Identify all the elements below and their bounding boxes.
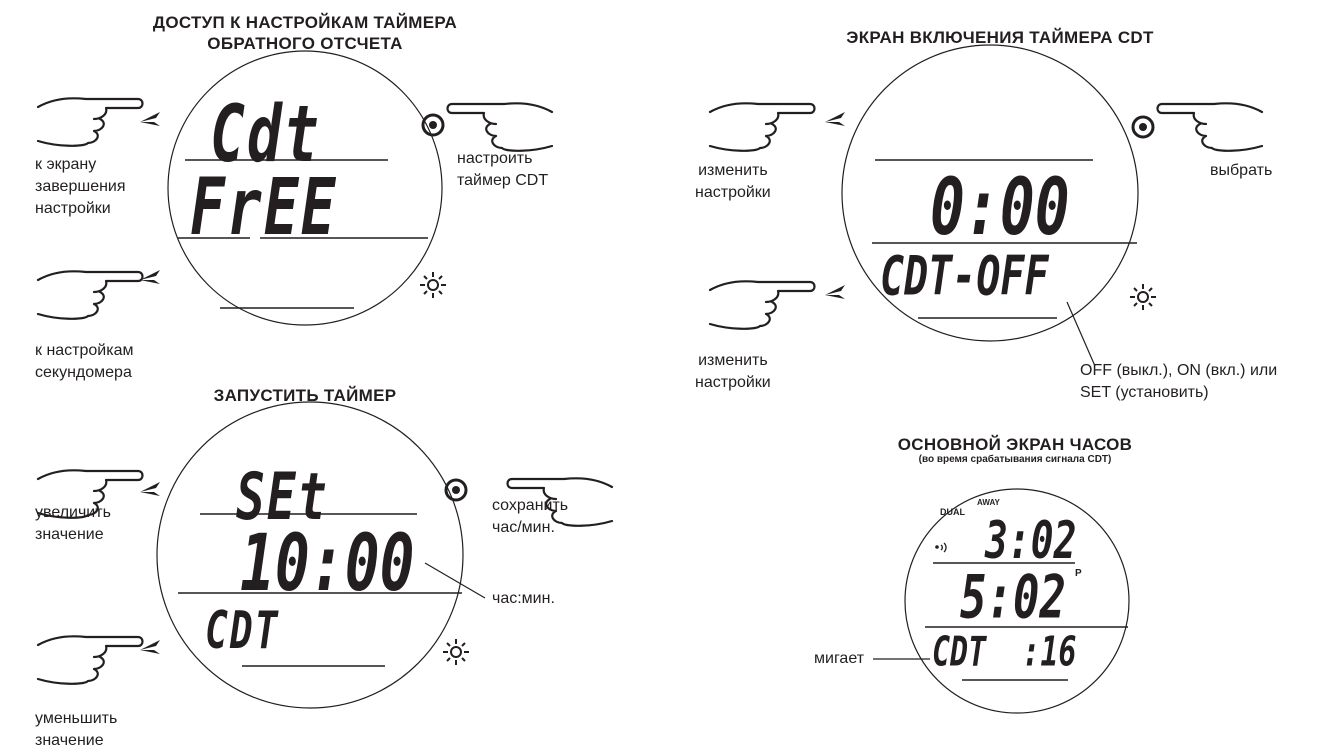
indicator-dual: DUAL <box>940 507 965 517</box>
label-increase-value: увеличить значение <box>35 504 111 543</box>
panel-cdt-access-title: ДОСТУП К НАСТРОЙКАМ ТАЙМЕРА ОБРАТНОГО ОТ… <box>40 12 570 54</box>
label-save-hour-min: сохранить час/мин. <box>492 497 569 536</box>
panel-main-watch-subtitle: (во время срабатывания сигнала CDT) <box>918 454 1112 465</box>
label-decrease-value: уменьшить значение <box>35 710 118 749</box>
label-to-stopwatch-settings: к настройкам секундомера <box>35 342 134 381</box>
title-line1: ДОСТУП К НАСТРОЙКАМ ТАЙМЕРА <box>152 13 458 32</box>
label-setup-cdt: настроить таймер CDT <box>457 150 549 189</box>
label-select: выбрать <box>1210 162 1273 179</box>
title-line2: ОБРАТНОГО ОТСЧЕТА <box>207 34 403 53</box>
panel-start-timer-title: ЗАПУСТИТЬ ТАЙМЕР <box>213 386 397 405</box>
lcd-cdt-off: CDT-OFF <box>880 245 1049 309</box>
panel-cdt-enable-title: ЭКРАН ВКЛЮЧЕНИЯ ТАЙМЕРА CDT <box>846 28 1154 47</box>
lcd-5-02: 5:02 <box>960 563 1066 633</box>
label-hour-min: час:мин. <box>492 590 555 607</box>
lcd-3-02: 3:02 <box>985 510 1077 571</box>
panel-main-watch-title: ОСНОВНОЙ ЭКРАН ЧАСОВ <box>897 435 1133 454</box>
lcd-10-00: 10:00 <box>240 517 415 610</box>
lcd-cdt-label: CDT <box>205 600 280 661</box>
label-off-on-set: OFF (выкл.), ON (вкл.) или SET (установи… <box>1080 362 1278 401</box>
lcd-free: FrEE <box>190 161 338 254</box>
label-change-settings-upper: изменить настройки <box>695 162 771 201</box>
indicator-away: AWAY <box>977 498 1000 507</box>
label-to-setup-complete: к экрану завершения настройки <box>35 156 126 217</box>
label-change-settings-lower: изменить настройки <box>695 352 771 391</box>
lcd-cdt-16: CDT :16 <box>932 628 1077 677</box>
label-blinking: мигает <box>814 650 865 667</box>
lcd-0-00: 0:00 <box>930 161 1070 254</box>
